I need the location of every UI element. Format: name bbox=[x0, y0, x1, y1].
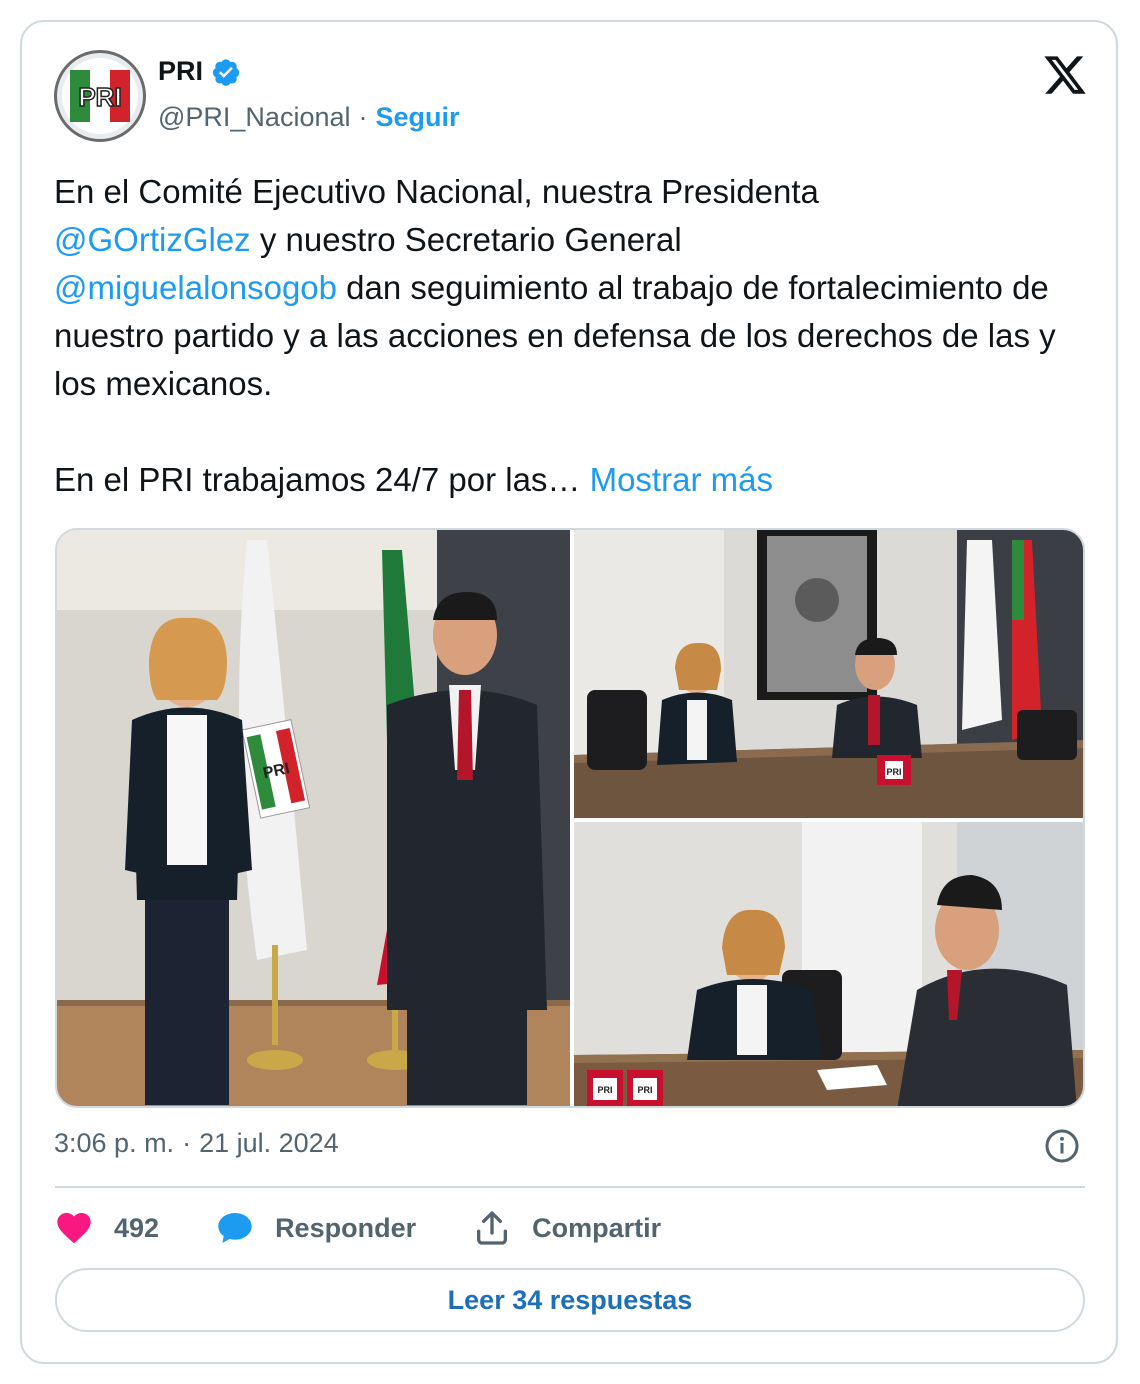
action-bar: 492 Responder Compartir bbox=[54, 1202, 717, 1254]
info-icon[interactable] bbox=[1044, 1128, 1080, 1164]
avatar-logo-text: PRI bbox=[78, 82, 121, 112]
handle-row: @PRI_Nacional · Seguir bbox=[158, 102, 460, 133]
tweet-date: 21 jul. 2024 bbox=[199, 1128, 339, 1158]
mention-gortizglez[interactable]: @GOrtizGlez bbox=[54, 221, 251, 258]
like-count: 492 bbox=[114, 1212, 160, 1243]
tweet-text: En el Comité Ejecutivo Nacional, nuestra… bbox=[54, 168, 1094, 504]
reply-button[interactable]: Responder bbox=[215, 1208, 416, 1248]
share-icon bbox=[477, 1211, 508, 1245]
share-label: Compartir bbox=[532, 1212, 662, 1243]
share-button[interactable]: Compartir bbox=[472, 1208, 661, 1248]
photo-meeting-top[interactable]: PRI bbox=[574, 530, 1085, 818]
reply-label: Responder bbox=[275, 1212, 417, 1243]
timestamp-separator: · bbox=[182, 1128, 192, 1158]
follow-button[interactable]: Seguir bbox=[376, 102, 460, 133]
reply-bubble-icon bbox=[218, 1213, 252, 1243]
display-name[interactable]: PRI bbox=[158, 56, 203, 87]
divider bbox=[55, 1186, 1085, 1188]
photo-standing-portrait[interactable]: PRI bbox=[57, 530, 570, 1108]
tweet-text-line2: y nuestro Secretario General bbox=[250, 221, 682, 258]
tweet-text-paragraph2: En el PRI trabajamos 24/7 por las… bbox=[54, 461, 590, 498]
cube-logo-text-right: PRI bbox=[637, 1085, 652, 1095]
heart-icon bbox=[57, 1213, 91, 1244]
tweet-time: 3:06 p. m. bbox=[54, 1128, 175, 1158]
show-more-link[interactable]: Mostrar más bbox=[590, 461, 773, 498]
handle[interactable]: @PRI_Nacional bbox=[158, 102, 351, 133]
handle-separator: · bbox=[358, 102, 368, 132]
like-button[interactable]: 492 bbox=[54, 1208, 159, 1248]
tweet-card: PRI PRI @PRI_Nacional · Seguir En el Com… bbox=[20, 20, 1118, 1364]
cube-logo-text-left: PRI bbox=[597, 1085, 612, 1095]
avatar[interactable]: PRI bbox=[54, 50, 146, 142]
x-logo-icon[interactable] bbox=[1042, 52, 1088, 98]
photo-meeting-bottom[interactable]: PRI PRI bbox=[574, 822, 1085, 1108]
tweet-timestamp[interactable]: 3:06 p. m. · 21 jul. 2024 bbox=[54, 1128, 339, 1159]
mention-miguelalonsogob[interactable]: @miguelalonsogob bbox=[54, 269, 337, 306]
verified-badge-icon bbox=[212, 58, 240, 86]
display-name-row: PRI bbox=[158, 56, 241, 87]
tweet-text-line1: En el Comité Ejecutivo Nacional, nuestra… bbox=[54, 173, 819, 210]
read-replies-button[interactable]: Leer 34 respuestas bbox=[55, 1268, 1085, 1332]
pri-logo-icon: PRI bbox=[62, 58, 138, 134]
media-grid: PRI PRI PRI PRI bbox=[55, 528, 1085, 1108]
cube-logo-text-top: PRI bbox=[886, 767, 901, 777]
